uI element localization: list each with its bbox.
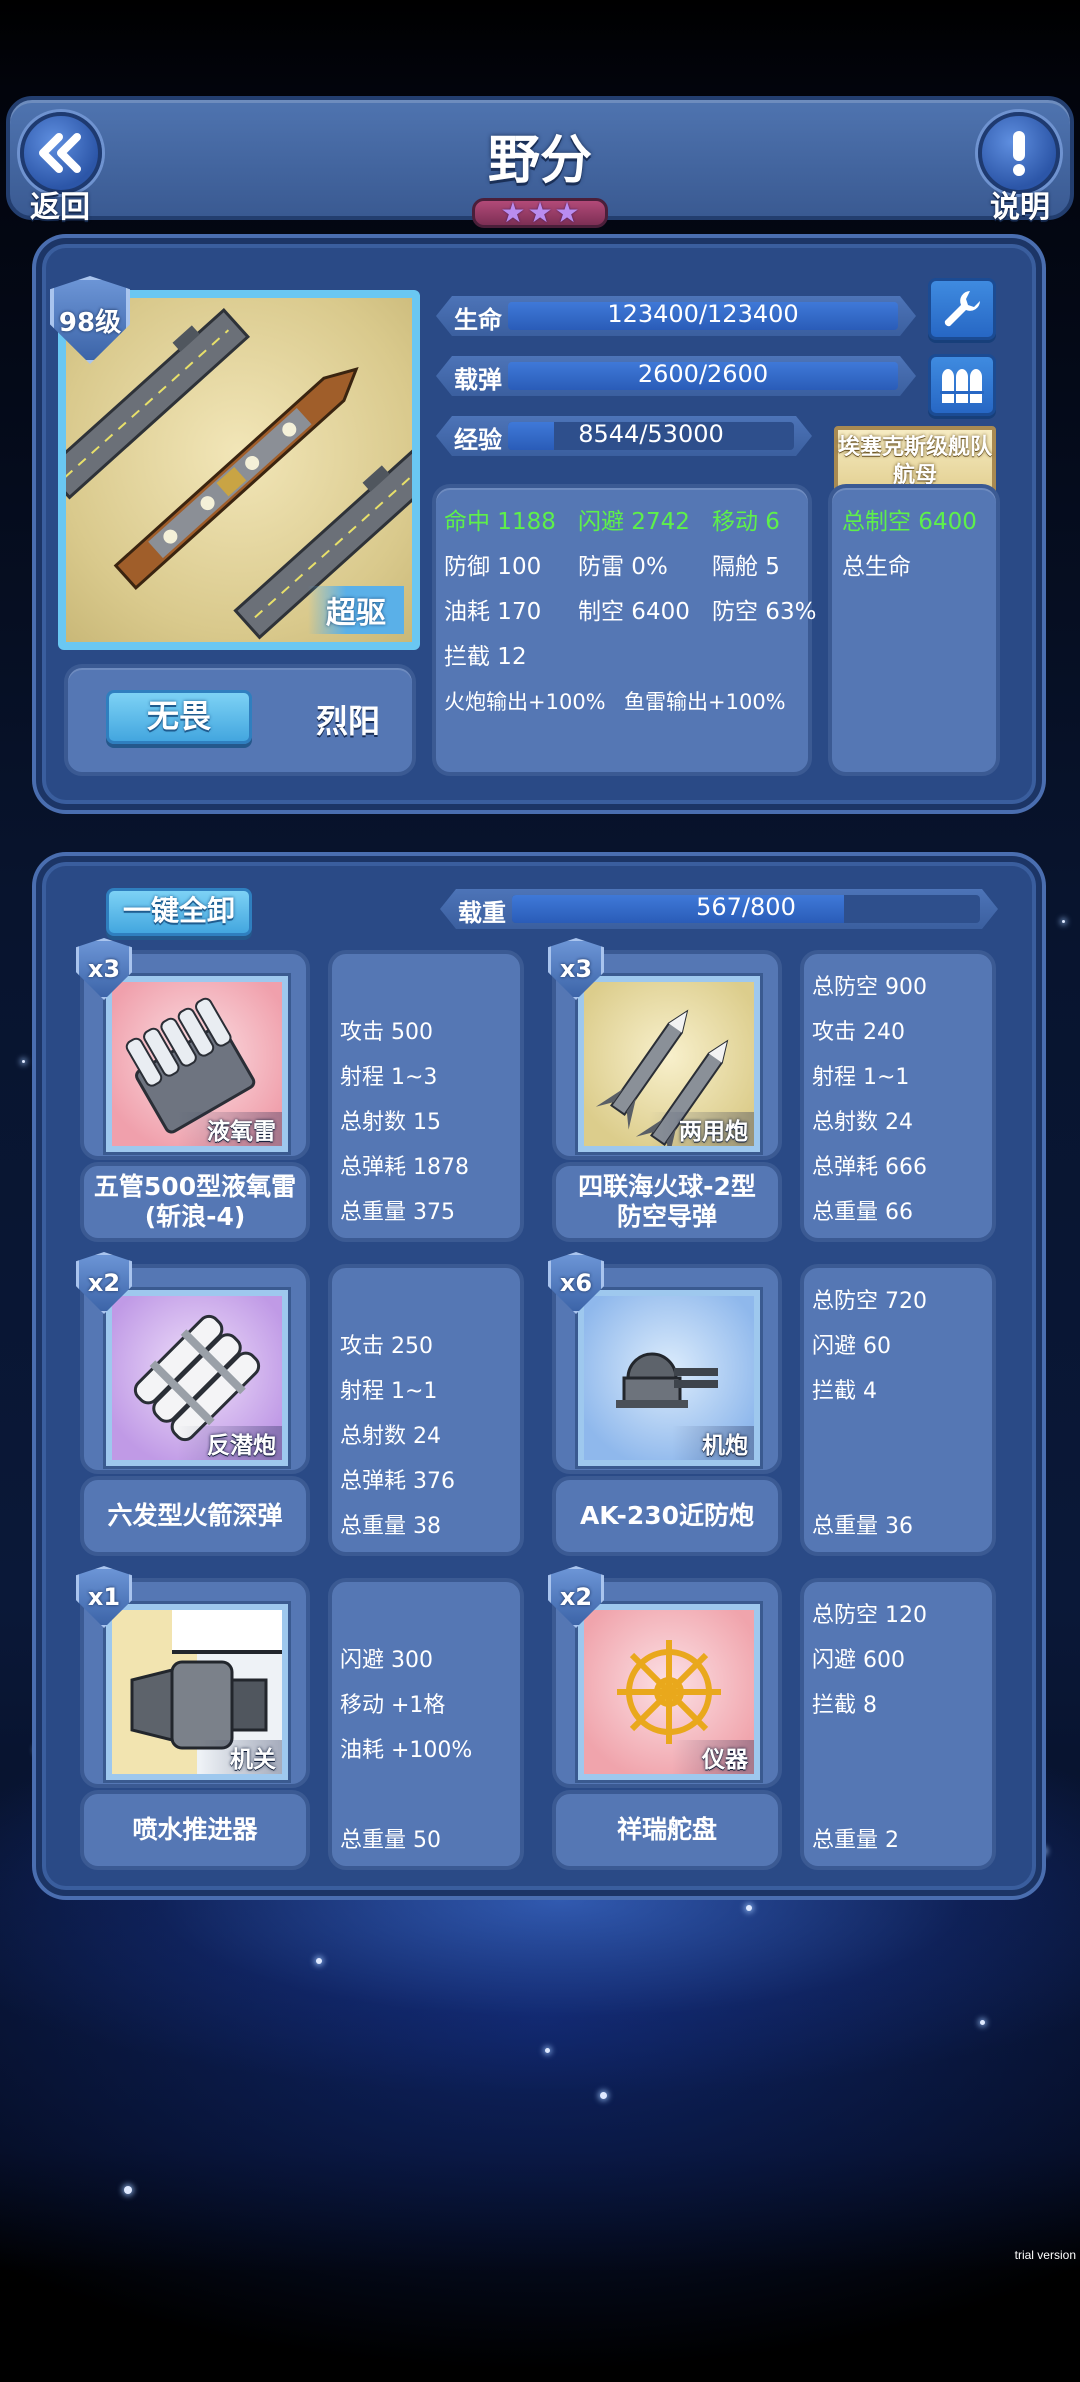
star-icon: ★ <box>527 196 553 229</box>
equipment-stats: 总防空 720 闪避 60 拦截 4 总重量 36 <box>800 1264 996 1556</box>
stat-line: 总防空 900 <box>812 975 927 1000</box>
stat-anti-air: 防空 63% <box>712 599 817 625</box>
equipment-type-tag: 机关 <box>200 1740 282 1774</box>
stat-line: 总防空 720 <box>812 1289 927 1314</box>
stat-line: 总防空 120 <box>812 1603 927 1628</box>
stat-torpedo-defense: 防雷 0% <box>578 554 668 580</box>
exp-label: 经验 <box>454 426 502 454</box>
stat-line: 总弹耗 376 <box>340 1469 455 1494</box>
star-icon: ★ <box>554 196 580 229</box>
total-air-control: 总制空 6400 <box>842 509 977 535</box>
stat-line: 拦截 4 <box>812 1379 877 1404</box>
equipment-name: 喷水推进器 <box>80 1790 310 1870</box>
trial-watermark: trial version <box>1014 2248 1076 2262</box>
stat-line: 射程 1~1 <box>340 1379 438 1404</box>
stat-move: 移动 6 <box>712 509 780 535</box>
level-text: 98级 <box>58 307 122 338</box>
equipment-stats: 总防空 120 闪避 600 拦截 8 总重量 2 <box>800 1578 996 1870</box>
stat-line: 移动 +1格 <box>340 1693 446 1718</box>
help-label[interactable]: 说明 <box>990 182 1050 226</box>
stat-torpedo-output: 鱼雷输出+100% <box>624 690 786 714</box>
ship-stats: 命中 1188 闪避 2742 移动 6 防御 100 防雷 0% 隔舱 5 油… <box>444 500 816 725</box>
stat-line: 攻击 250 <box>340 1334 433 1359</box>
stat-line: 攻击 500 <box>340 1020 433 1045</box>
stat-weight: 总重量 2 <box>812 1828 899 1853</box>
stat-line: 拦截 8 <box>812 1693 877 1718</box>
stat-line: 总弹耗 666 <box>812 1155 927 1180</box>
stat-line: 总射数 24 <box>812 1110 913 1135</box>
stat-line: 射程 1~1 <box>812 1065 910 1090</box>
stat-line: 射程 1~3 <box>340 1065 438 1090</box>
hp-label: 生命 <box>454 306 502 334</box>
unload-all-button[interactable]: 一键全卸 <box>106 888 252 936</box>
stat-line: 攻击 240 <box>812 1020 905 1045</box>
equipment-type-tag: 机炮 <box>672 1426 754 1460</box>
exp-bar: 经验 8544/53000 <box>436 416 812 456</box>
stat-hit: 命中 1188 <box>444 509 556 535</box>
hp-value: 123400/123400 <box>607 300 799 328</box>
load-bar: 载重 567/800 <box>440 889 998 929</box>
star-rating: ★ ★ ★ <box>472 198 608 228</box>
equipment-type-tag: 仪器 <box>672 1740 754 1774</box>
stat-bulkhead: 隔舱 5 <box>712 554 780 580</box>
repair-button[interactable] <box>928 278 996 340</box>
equipment-name: 六发型火箭深弹 <box>80 1476 310 1556</box>
equipment-stats: 攻击 250 射程 1~1 总射数 24 总弹耗 376 总重量 38 <box>328 1264 524 1556</box>
wrench-icon <box>944 291 980 327</box>
stat-line: 总射数 24 <box>340 1424 441 1449</box>
skill-name: 烈阳 <box>316 702 381 740</box>
exp-value: 8544/53000 <box>578 420 724 448</box>
equipment-type-tag: 两用炮 <box>649 1112 754 1146</box>
ammo-supply-button[interactable] <box>928 354 996 416</box>
equipment-stats: 总防空 900 攻击 240 射程 1~1 总射数 24 总弹耗 666 总重量… <box>800 950 996 1242</box>
stat-weight: 总重量 66 <box>812 1200 913 1225</box>
stat-line: 闪避 60 <box>812 1334 891 1359</box>
count-text: x6 <box>559 1269 593 1297</box>
equipment-stats: 攻击 500 射程 1~3 总射数 15 总弹耗 1878 总重量 375 <box>328 950 524 1242</box>
equipment-stats: 闪避 300 移动 +1格 油耗 +100% 总重量 50 <box>328 1578 524 1870</box>
stat-line: 总射数 15 <box>340 1110 441 1135</box>
equipment-name: 五管500型液氧雷 (斩浪-4) <box>80 1162 310 1242</box>
count-text: x3 <box>87 955 121 983</box>
ammo-icon <box>940 369 984 403</box>
equipment-name: 四联海火球-2型 防空导弹 <box>552 1162 782 1242</box>
ammo-value: 2600/2600 <box>637 360 769 388</box>
ammo-bar: 载弹 2600/2600 <box>436 356 916 396</box>
exclamation-icon <box>1013 131 1025 176</box>
stat-weight: 总重量 36 <box>812 1514 913 1539</box>
stat-weight: 总重量 375 <box>340 1200 455 1225</box>
load-value: 567/800 <box>696 893 796 921</box>
star-icon: ★ <box>500 196 526 229</box>
stat-fuel: 油耗 170 <box>444 599 542 625</box>
stat-defense: 防御 100 <box>444 554 542 580</box>
ship-portrait[interactable]: 超驱 <box>58 290 420 650</box>
equipment-name: AK-230近防炮 <box>552 1476 782 1556</box>
total-hp: 总生命 <box>842 554 911 580</box>
count-text: x2 <box>87 1269 121 1297</box>
ammo-label: 载弹 <box>454 366 502 394</box>
stat-line: 闪避 600 <box>812 1648 905 1673</box>
stat-intercept: 拦截 12 <box>444 644 527 670</box>
equipment-type-tag: 反潜炮 <box>177 1426 282 1460</box>
skill-button[interactable]: 无畏 <box>106 690 252 744</box>
hp-bar: 生命 123400/123400 <box>436 296 916 336</box>
count-text: x1 <box>87 1583 121 1611</box>
count-text: x2 <box>559 1583 593 1611</box>
stat-line: 总弹耗 1878 <box>340 1155 469 1180</box>
stat-weight: 总重量 38 <box>340 1514 441 1539</box>
ship-class-tag: 超驱 <box>308 586 404 634</box>
stat-line: 油耗 +100% <box>340 1738 473 1763</box>
stat-gun-output: 火炮输出+100% <box>444 690 606 714</box>
count-text: x3 <box>559 955 593 983</box>
equipment-name: 祥瑞舵盘 <box>552 1790 782 1870</box>
stat-line: 闪避 300 <box>340 1648 433 1673</box>
ship-totals: 总制空 6400 总生命 <box>842 500 977 590</box>
stat-air-control: 制空 6400 <box>578 599 690 625</box>
equipment-type-tag: 液氧雷 <box>177 1112 282 1146</box>
load-label: 载重 <box>458 899 506 927</box>
page-title: 野分 <box>487 131 592 191</box>
stat-evasion: 闪避 2742 <box>578 509 690 535</box>
stat-weight: 总重量 50 <box>340 1828 441 1853</box>
